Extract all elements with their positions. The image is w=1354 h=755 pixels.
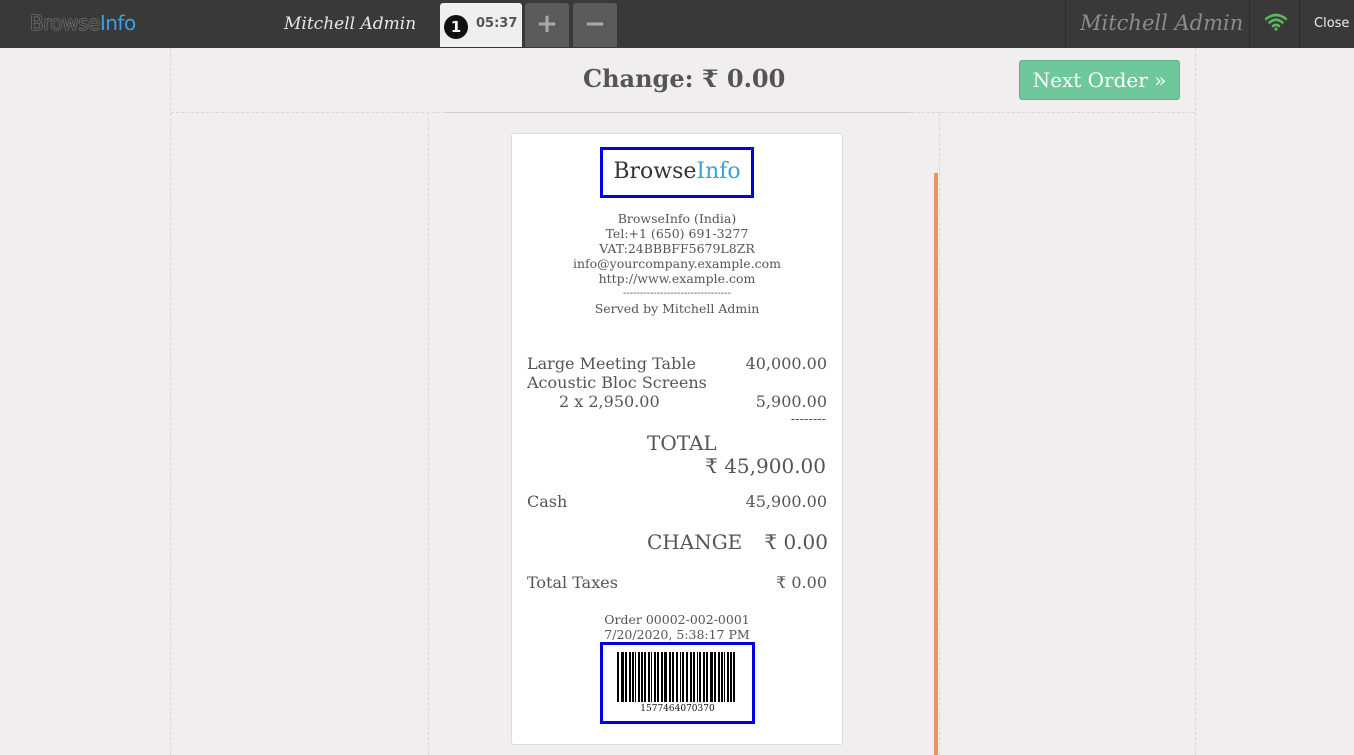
header-divider [1299, 0, 1300, 48]
barcode-bar [727, 652, 729, 702]
barcode-bar [657, 652, 659, 702]
receipt-logo-info: Info [696, 159, 741, 184]
barcode-bar [672, 652, 674, 702]
order-date: 7/20/2020, 5:38:17 PM [604, 627, 750, 642]
barcode-bar [699, 652, 701, 702]
receipt-logo: BrowseInfo [600, 147, 754, 198]
barcode-bar [664, 652, 667, 702]
scrollbar[interactable] [934, 173, 938, 755]
barcode-bar [680, 652, 681, 702]
receipt-header: BrowseInfo (India) Tel:+1 (650) 691-3277… [512, 211, 842, 316]
company-email: info@yourcompany.example.com [572, 256, 782, 271]
order-tab[interactable]: 1 05:37 [440, 3, 522, 47]
close-button[interactable]: Close [1314, 16, 1349, 31]
orderline-price: 40,000.00 [745, 354, 827, 373]
total-value: ₹ 45,900.00 [705, 454, 826, 478]
change-title: Change: ₹ 0.00 [583, 64, 786, 93]
barcode-bar [706, 652, 708, 702]
receipt-footer: Order 00002-002-0001 7/20/2020, 5:38:17 … [512, 612, 842, 642]
pos-topbar: BrowseInfo Mitchell Admin 1 05:37 + − Mi… [0, 0, 1354, 48]
barcode-bar [654, 652, 656, 702]
barcode-bar [730, 652, 732, 702]
payment-amount: 45,900.00 [745, 492, 827, 511]
barcode-bar [641, 652, 643, 702]
barcode: 1577464070370 [600, 642, 755, 724]
barcode-bar [714, 652, 716, 702]
orderline-price: 5,900.00 [755, 392, 827, 411]
barcode-bar [733, 652, 735, 702]
title-divider [445, 112, 911, 113]
receipt-logo-browse: Browse [613, 159, 697, 184]
order-tab-number: 1 [444, 15, 468, 39]
receipt-screen-header: Change: ₹ 0.00 Next Order » [171, 48, 1195, 113]
logo-text-browse: Browse [30, 11, 100, 35]
barcode-bar [724, 652, 725, 702]
company-name: BrowseInfo (India) [617, 211, 737, 226]
column-divider-right [939, 113, 940, 755]
barcode-bar [686, 652, 688, 702]
barcode-bar [617, 652, 619, 702]
barcode-bar [638, 652, 640, 702]
barcode-bar [697, 652, 698, 702]
barcode-bar [648, 652, 650, 702]
order-reference: Order 00002-002-0001 [604, 612, 750, 627]
company-website: http://www.example.com [598, 271, 756, 286]
barcode-bar [693, 652, 695, 702]
barcode-bar [703, 652, 705, 702]
barcode-bar [625, 652, 627, 702]
remove-order-button[interactable]: − [573, 3, 617, 47]
barcode-number: 1577464070370 [640, 704, 715, 714]
barcode-bar [718, 652, 720, 702]
wifi-icon[interactable] [1264, 13, 1288, 31]
barcode-bar [710, 652, 713, 702]
barcode-bar [644, 652, 646, 702]
company-vat: VAT:24BBBFF5679L8ZR [599, 241, 755, 256]
barcode-bars [617, 652, 735, 702]
change-label: CHANGE [647, 530, 743, 554]
barcode-bar [629, 652, 631, 702]
header-divider [1249, 0, 1250, 48]
taxes-value: ₹ 0.00 [776, 573, 827, 592]
pos-receipt: BrowseInfo BrowseInfo (India) Tel:+1 (65… [511, 133, 843, 745]
logo-text-info: Info [99, 11, 136, 35]
cashier-selector[interactable]: Mitchell Admin [1080, 11, 1243, 35]
order-tab-time: 05:37 [476, 16, 518, 31]
payment-method: Cash [527, 492, 568, 511]
barcode-bar [651, 652, 652, 702]
change-line: CHANGE ₹ 0.00 [647, 530, 828, 554]
taxes-label: Total Taxes [527, 573, 618, 592]
cashier-name[interactable]: Mitchell Admin [284, 14, 416, 34]
company-tel: Tel:+1 (650) 691-3277 [605, 226, 749, 241]
barcode-bar [676, 652, 678, 702]
column-divider-left [428, 113, 429, 755]
barcode-bar [669, 652, 671, 702]
total-separator: -------- [790, 412, 826, 427]
barcode-bar [632, 652, 634, 702]
barcode-bar [721, 652, 723, 702]
served-by: Served by Mitchell Admin [594, 301, 760, 316]
orderline-product: Large Meeting Table [527, 354, 696, 373]
brand-logo: BrowseInfo [30, 11, 136, 35]
header-separator: -------------------------------- [622, 288, 732, 299]
orderline-product: Acoustic Bloc Screens [527, 373, 707, 392]
barcode-bar [661, 652, 663, 702]
add-order-button[interactable]: + [525, 3, 569, 47]
barcode-bar [682, 652, 684, 702]
change-value: ₹ 0.00 [764, 530, 828, 554]
barcode-bar [621, 652, 624, 702]
barcode-bar [635, 652, 636, 702]
next-order-button[interactable]: Next Order » [1019, 60, 1180, 100]
barcode-bar [690, 652, 692, 702]
total-label: TOTAL [647, 431, 717, 455]
orderline-qty-detail: 2 x 2,950.00 [559, 392, 660, 411]
header-divider [1065, 0, 1066, 48]
